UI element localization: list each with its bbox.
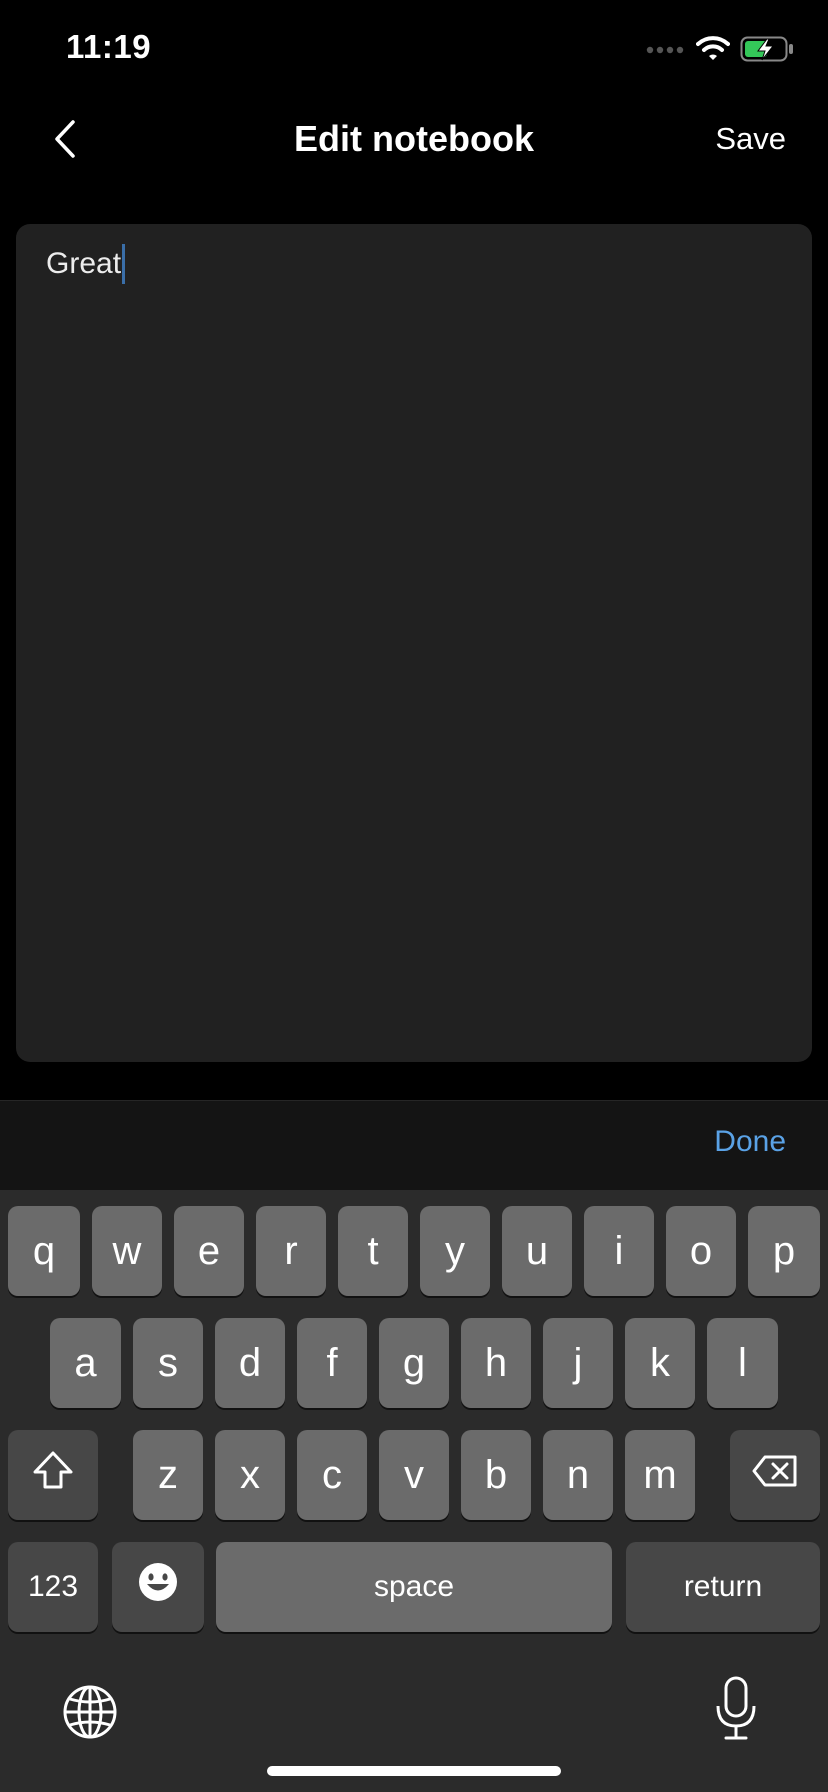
return-key[interactable]: return <box>626 1542 820 1632</box>
key-g[interactable]: g <box>379 1318 449 1408</box>
notebook-name-textarea[interactable]: Great <box>16 224 812 1062</box>
key-y[interactable]: y <box>420 1206 490 1296</box>
key-k[interactable]: k <box>625 1318 695 1408</box>
space-key[interactable]: space <box>216 1542 612 1632</box>
cellular-signal-icon <box>646 43 686 61</box>
emoji-icon <box>137 1561 179 1613</box>
globe-icon <box>62 1685 118 1744</box>
shift-icon <box>31 1450 75 1500</box>
keyboard-accessory-bar: Done <box>0 1100 828 1191</box>
shift-key[interactable] <box>8 1430 98 1520</box>
key-w[interactable]: w <box>92 1206 162 1296</box>
key-u[interactable]: u <box>502 1206 572 1296</box>
key-f[interactable]: f <box>297 1318 367 1408</box>
emoji-key[interactable] <box>112 1542 204 1632</box>
done-button[interactable]: Done <box>714 1125 786 1159</box>
nav-bar: Edit notebook Save <box>0 100 828 180</box>
key-q[interactable]: q <box>8 1206 80 1296</box>
home-indicator <box>267 1766 561 1776</box>
editor-content: Great <box>46 244 126 284</box>
key-m[interactable]: m <box>625 1430 695 1520</box>
key-o[interactable]: o <box>666 1206 736 1296</box>
status-time: 11:19 <box>66 28 152 65</box>
delete-key[interactable] <box>730 1430 820 1520</box>
editor-value: Great <box>46 247 122 280</box>
key-b[interactable]: b <box>461 1430 531 1520</box>
key-p[interactable]: p <box>748 1206 820 1296</box>
key-r[interactable]: r <box>256 1206 326 1296</box>
globe-key[interactable] <box>62 1684 118 1745</box>
battery-charging-icon <box>740 36 794 67</box>
key-j[interactable]: j <box>543 1318 613 1408</box>
key-s[interactable]: s <box>133 1318 203 1408</box>
key-x[interactable]: x <box>215 1430 285 1520</box>
text-caret <box>122 244 126 284</box>
key-z[interactable]: z <box>133 1430 203 1520</box>
key-d[interactable]: d <box>215 1318 285 1408</box>
key-a[interactable]: a <box>50 1318 121 1408</box>
key-l[interactable]: l <box>707 1318 778 1408</box>
microphone-icon <box>714 1676 758 1746</box>
key-c[interactable]: c <box>297 1430 367 1520</box>
save-button[interactable]: Save <box>715 121 786 157</box>
status-bar: 11:19 <box>0 0 828 100</box>
dictation-key[interactable] <box>714 1676 758 1747</box>
key-e[interactable]: e <box>174 1206 244 1296</box>
key-t[interactable]: t <box>338 1206 408 1296</box>
numbers-key[interactable]: 123 <box>8 1542 98 1632</box>
key-h[interactable]: h <box>461 1318 531 1408</box>
key-n[interactable]: n <box>543 1430 613 1520</box>
keyboard: q w e r t y u i o p a s d f g h j k l z … <box>0 1190 828 1792</box>
status-icons <box>646 36 794 67</box>
key-i[interactable]: i <box>584 1206 654 1296</box>
key-v[interactable]: v <box>379 1430 449 1520</box>
backspace-icon <box>751 1453 799 1498</box>
page-title: Edit notebook <box>294 118 534 159</box>
wifi-icon <box>696 36 730 67</box>
